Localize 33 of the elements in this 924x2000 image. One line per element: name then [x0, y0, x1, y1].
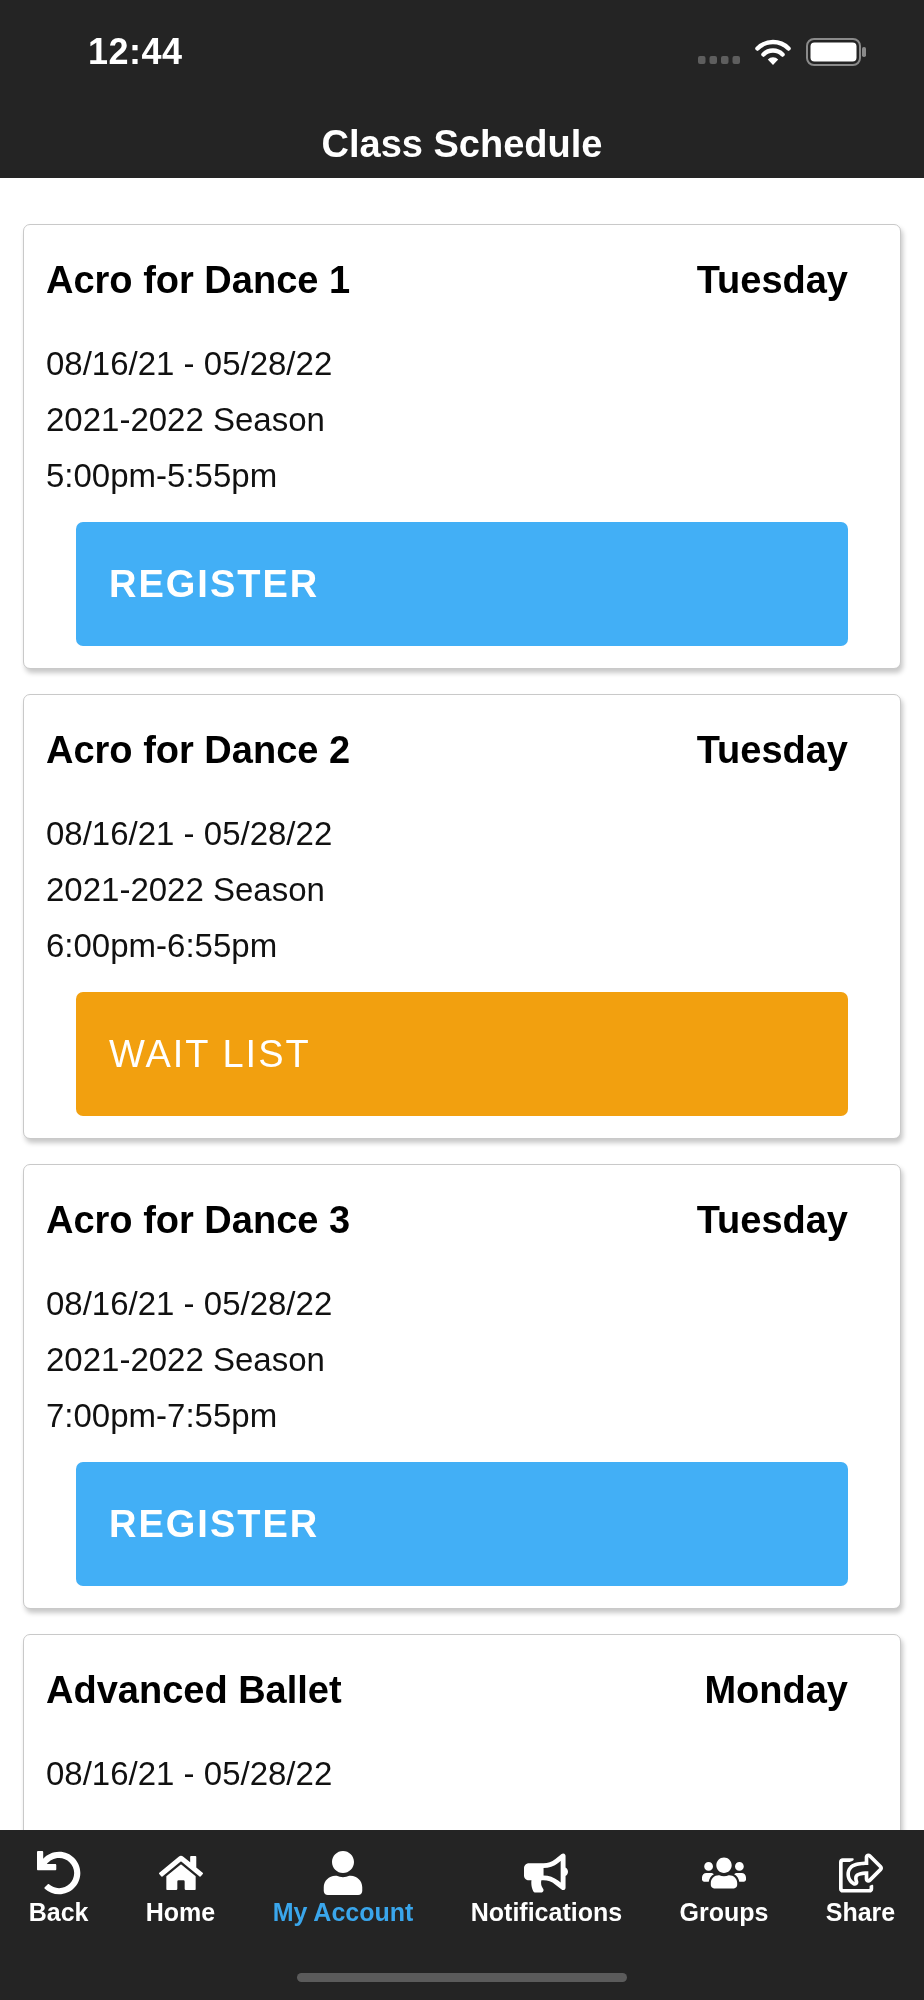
tab-item[interactable]: Back: [28, 1851, 89, 1927]
class-day: Tuesday: [696, 727, 848, 773]
person-icon[interactable]: [321, 1851, 365, 1895]
status-time: 12:44: [88, 31, 183, 73]
undo-arrow-icon[interactable]: [36, 1851, 81, 1895]
class-dates: 08/16/21 - 05/28/22: [46, 814, 334, 854]
class-season: 2021-2022 Season: [46, 400, 326, 440]
class-day: Tuesday: [696, 1197, 848, 1243]
class-day: Monday: [704, 1667, 848, 1713]
battery-icon: [806, 38, 866, 66]
class-time: 6:00pm-6:55pm: [46, 926, 279, 966]
tab-item[interactable]: My Account: [272, 1851, 414, 1927]
class-dates: 08/16/21 - 05/28/22: [46, 1284, 334, 1324]
wifi-icon: [755, 39, 791, 65]
signal-dots-icon: [698, 56, 740, 64]
page-title: Class Schedule: [321, 122, 603, 166]
share-arrow-icon[interactable]: [838, 1851, 883, 1895]
megaphone-icon[interactable]: [524, 1851, 569, 1895]
tab-item[interactable]: Groups: [679, 1851, 769, 1927]
class-dates: 08/16/21 - 05/28/22: [46, 344, 334, 384]
class-dates: 08/16/21 - 05/28/22: [46, 1754, 334, 1794]
tab-item[interactable]: Home: [145, 1851, 216, 1927]
tab-item[interactable]: Notifications: [470, 1851, 623, 1927]
class-season: 2021-2022 Season: [46, 870, 326, 910]
class-day: Tuesday: [696, 257, 848, 303]
tab-item[interactable]: Share: [825, 1851, 896, 1927]
class-season: 2021-2022 Season: [46, 1340, 326, 1380]
class-name: Advanced Ballet: [46, 1668, 342, 1713]
class-name: Acro for Dance 1: [46, 258, 351, 303]
class-name: Acro for Dance 3: [46, 1198, 351, 1243]
class-time: 5:00pm-5:55pm: [46, 456, 279, 496]
class-name: Acro for Dance 2: [46, 728, 351, 773]
class-time: 7:00pm-7:55pm: [46, 1396, 279, 1436]
